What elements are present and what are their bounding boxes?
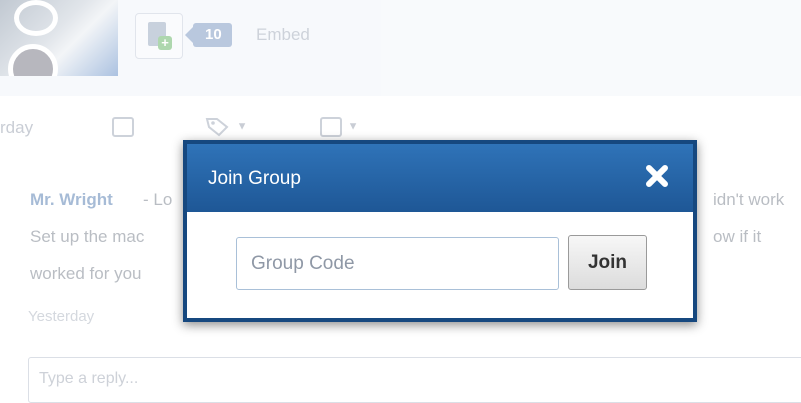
folder-icon [320, 116, 342, 137]
dialog-title: Join Group [208, 168, 301, 189]
post-timestamp: rday [0, 118, 34, 137]
folder-button[interactable]: ▼ [320, 112, 358, 140]
close-icon [646, 165, 668, 187]
add-resource-button[interactable]: + [135, 13, 183, 59]
resource-count-badge: 10 [185, 23, 232, 47]
group-code-input[interactable] [236, 237, 559, 290]
post-author[interactable]: Mr. Wright [30, 190, 113, 210]
join-group-dialog: Join Group Join [183, 140, 697, 322]
post-text-fragment: worked for you [30, 264, 142, 283]
reply-input[interactable]: Type a reply... [28, 357, 801, 403]
disc-icon [8, 44, 58, 76]
post-text-fragment: Set up the mac [30, 227, 145, 246]
comment-button[interactable] [112, 112, 134, 140]
post-time: Yesterday [28, 308, 95, 325]
plus-icon: + [158, 36, 172, 50]
dialog-header: Join Group [187, 144, 693, 212]
post-text-fragment: idn't work [713, 190, 785, 209]
post-text-fragment: ow if it [713, 227, 762, 246]
join-button[interactable]: Join [568, 235, 647, 290]
video-thumbnail[interactable] [0, 0, 118, 76]
chevron-down-icon: ▼ [347, 120, 359, 133]
resource-bar [0, 0, 801, 96]
embed-link[interactable]: Embed [256, 25, 310, 45]
close-button[interactable] [643, 162, 671, 190]
comment-icon [112, 116, 134, 137]
play-icon [14, 0, 58, 36]
chevron-down-icon: ▼ [236, 120, 248, 133]
post-text-fragment: - Lo [143, 190, 173, 209]
tag-icon [205, 117, 229, 137]
dialog-body: Join [187, 212, 693, 318]
tag-button[interactable]: ▼ [205, 112, 247, 140]
